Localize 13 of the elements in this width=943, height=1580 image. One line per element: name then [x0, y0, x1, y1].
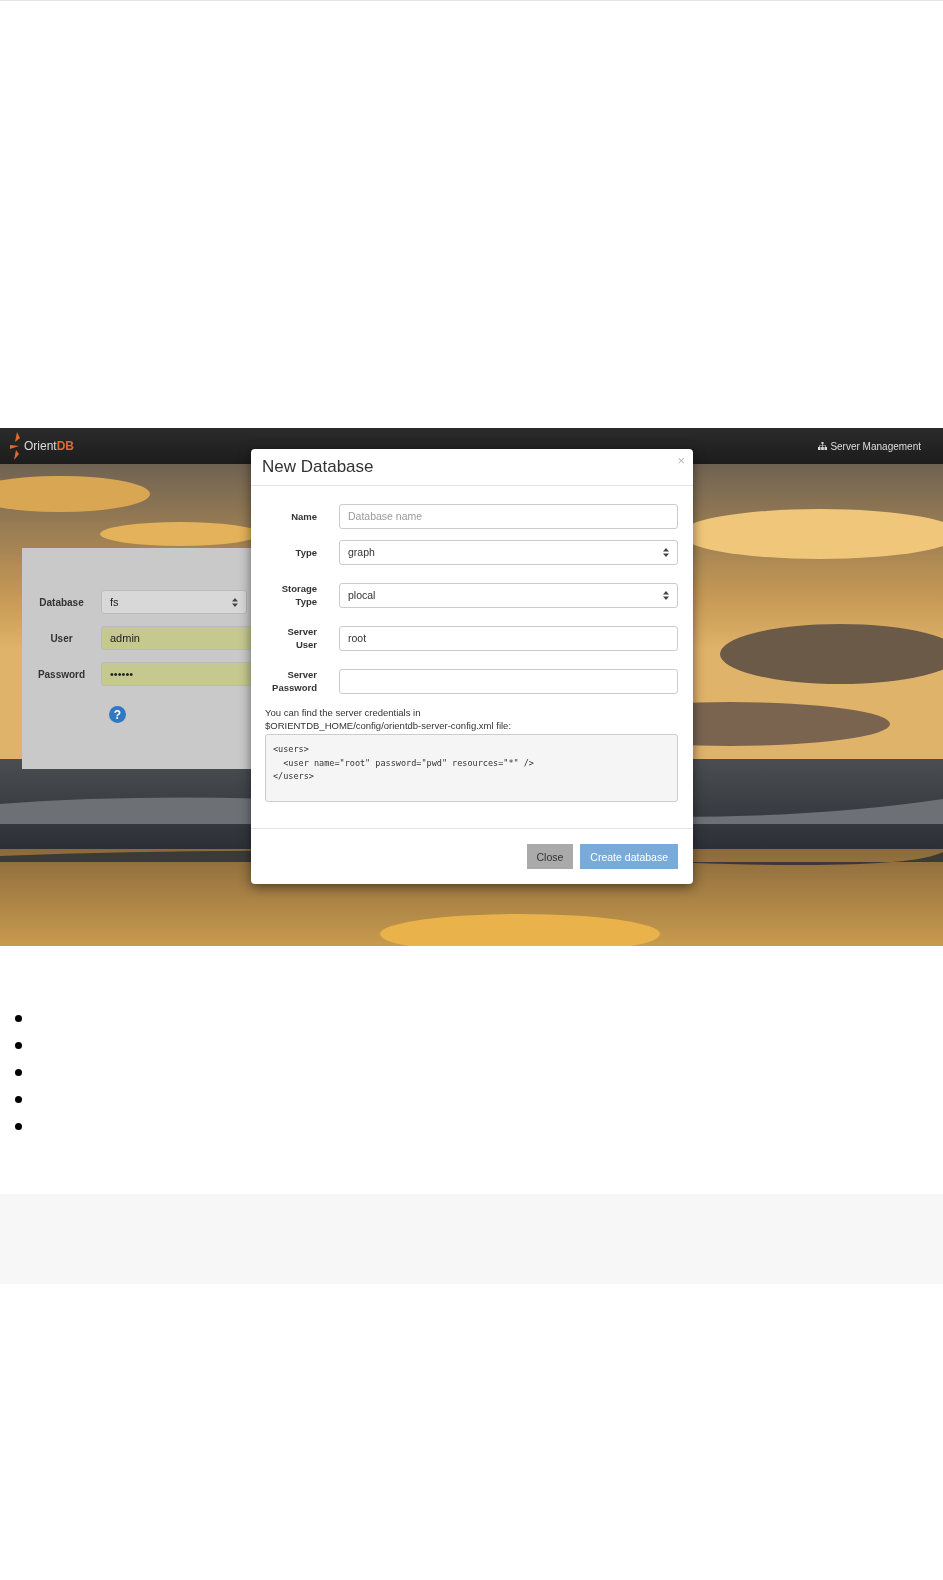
dialog-title: New Database	[262, 457, 374, 477]
field-label: Name	[290, 509, 317, 523]
hint-text: You can find the server credentials in	[265, 706, 422, 719]
field-label: Storage Type	[280, 582, 317, 608]
app-logo: OrientDB	[24, 439, 75, 453]
hint-text: $ORIENTDB_HOME/config/orientdb-server-config.xml file:	[265, 719, 513, 732]
field-label: Password	[36, 668, 87, 680]
field-label: User	[49, 632, 74, 644]
code-block: <users> <user name="root" password="pwd" resources="*" /> </users>	[265, 734, 678, 802]
field-label: Type	[294, 545, 317, 559]
field-label: Server Password	[271, 668, 317, 694]
field-label: Server User	[286, 625, 317, 651]
field-label: Database	[38, 596, 85, 608]
